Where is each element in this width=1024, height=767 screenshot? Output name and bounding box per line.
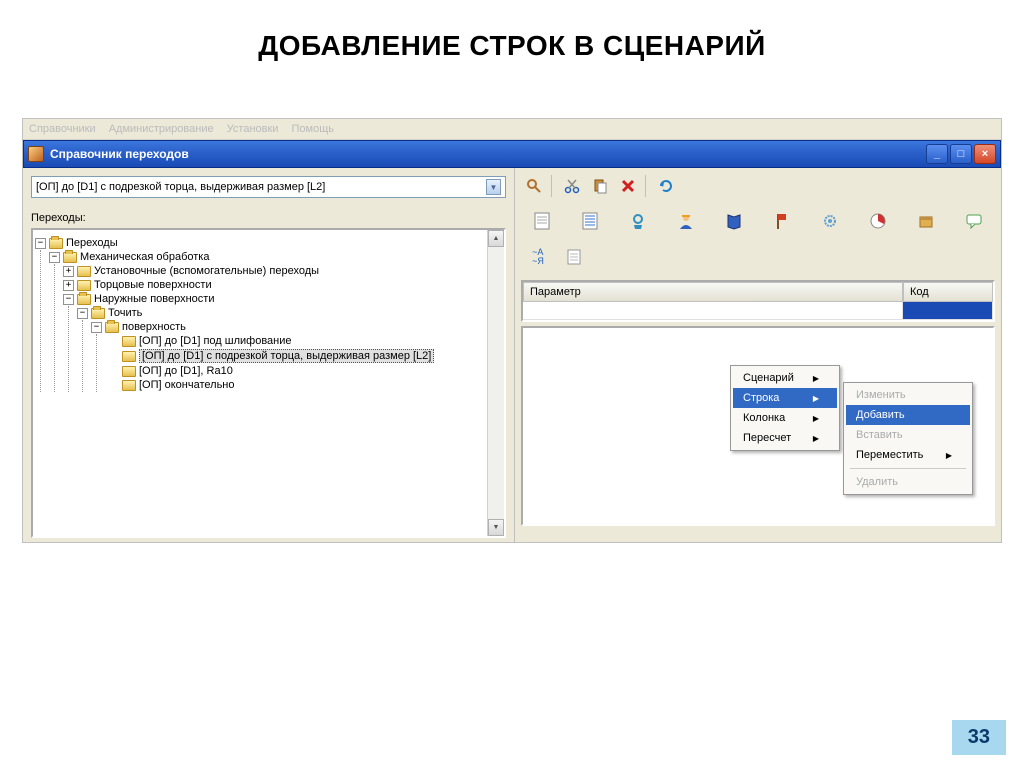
close-button[interactable]: × bbox=[974, 144, 996, 164]
menubar: Справочники Администрирование Установки … bbox=[23, 119, 1001, 140]
folder-icon bbox=[105, 322, 119, 333]
expander-icon[interactable]: − bbox=[35, 238, 46, 249]
expander-icon[interactable]: − bbox=[49, 252, 60, 263]
tab-gear-icon[interactable] bbox=[621, 204, 655, 238]
minimize-button[interactable]: _ bbox=[926, 144, 948, 164]
submenu-move[interactable]: Переместить▶ bbox=[846, 445, 970, 465]
folder-icon bbox=[49, 238, 63, 249]
tab-doc-icon[interactable] bbox=[525, 204, 559, 238]
search-icon[interactable] bbox=[521, 174, 547, 198]
tab-package-icon[interactable] bbox=[909, 204, 943, 238]
menu-column[interactable]: Колонка▶ bbox=[733, 408, 837, 428]
scrollbar[interactable]: ▲ ▼ bbox=[487, 230, 504, 536]
tab-comment-icon[interactable] bbox=[957, 204, 991, 238]
tree[interactable]: −Переходы −Механическая обработка +Устан… bbox=[33, 230, 487, 536]
context-menu-primary: Сценарий▶ Строка▶ Колонка▶ Пересчет▶ bbox=[730, 365, 840, 451]
folder-icon bbox=[77, 266, 91, 277]
tree-leaf[interactable]: [ОП] до [D1], Ra10 bbox=[139, 365, 233, 377]
tree-leaf[interactable]: [ОП] до [D1] под шлифование bbox=[139, 335, 292, 347]
scroll-up-icon[interactable]: ▲ bbox=[488, 230, 504, 247]
chevron-down-icon[interactable]: ▼ bbox=[486, 179, 501, 195]
tab-worker-icon[interactable] bbox=[669, 204, 703, 238]
menu-separator bbox=[850, 468, 966, 469]
menu-item[interactable]: Установки bbox=[227, 123, 279, 135]
tree-node[interactable]: Наружные поверхности bbox=[94, 293, 214, 305]
refresh-icon[interactable] bbox=[653, 174, 679, 198]
selected-cell[interactable] bbox=[903, 302, 993, 320]
toolbar-top bbox=[521, 174, 995, 198]
expander-icon[interactable]: + bbox=[63, 280, 74, 291]
folder-icon bbox=[122, 380, 136, 391]
chevron-right-icon: ▶ bbox=[946, 451, 952, 460]
maximize-button[interactable]: □ bbox=[950, 144, 972, 164]
folder-icon bbox=[77, 280, 91, 291]
menu-item[interactable]: Справочники bbox=[29, 123, 96, 135]
expander-icon[interactable]: − bbox=[77, 308, 88, 319]
window-title: Справочник переходов bbox=[50, 147, 926, 161]
slide-title: ДОБАВЛЕНИЕ СТРОК В СЦЕНАРИЙ bbox=[0, 0, 1024, 82]
submenu-add[interactable]: Добавить bbox=[846, 405, 970, 425]
tree-container: −Переходы −Механическая обработка +Устан… bbox=[31, 228, 506, 538]
column-header-param[interactable]: Параметр bbox=[523, 282, 903, 302]
toolbar-sort: ~А ~Я bbox=[521, 240, 995, 274]
chevron-right-icon: ▶ bbox=[813, 434, 819, 443]
table-row[interactable] bbox=[523, 302, 993, 320]
app-icon bbox=[28, 146, 44, 162]
menu-recalc[interactable]: Пересчет▶ bbox=[733, 428, 837, 448]
tab-pie-icon[interactable] bbox=[861, 204, 895, 238]
tree-node[interactable]: Установочные (вспомогательные) переходы bbox=[94, 265, 319, 277]
parameter-table: Параметр Код bbox=[521, 280, 995, 322]
context-menu-secondary: Изменить Добавить Вставить Переместить▶ … bbox=[843, 382, 973, 495]
expander-icon[interactable]: + bbox=[63, 266, 74, 277]
chevron-right-icon: ▶ bbox=[813, 374, 819, 383]
tab-flag-icon[interactable] bbox=[765, 204, 799, 238]
menu-scenario[interactable]: Сценарий▶ bbox=[733, 368, 837, 388]
tab-doc2-icon[interactable] bbox=[557, 240, 591, 274]
left-pane: [ОП] до [D1] с подрезкой торца, выдержив… bbox=[23, 168, 514, 542]
folder-icon bbox=[63, 252, 77, 263]
chevron-right-icon: ▶ bbox=[813, 414, 819, 423]
folder-icon bbox=[122, 336, 136, 347]
tree-node[interactable]: Переходы bbox=[66, 237, 118, 249]
tree-node[interactable]: Механическая обработка bbox=[80, 251, 209, 263]
toolbar-tabs bbox=[521, 202, 995, 240]
expander-icon[interactable]: − bbox=[63, 294, 74, 305]
folder-icon bbox=[122, 366, 136, 377]
tree-node[interactable]: Торцовые поверхности bbox=[94, 279, 212, 291]
chevron-right-icon: ▶ bbox=[813, 394, 819, 403]
paste-icon[interactable] bbox=[587, 174, 613, 198]
menu-row[interactable]: Строка▶ bbox=[733, 388, 837, 408]
submenu-delete: Удалить bbox=[846, 472, 970, 492]
transitions-label: Переходы: bbox=[31, 212, 506, 224]
tab-list-icon[interactable] bbox=[573, 204, 607, 238]
sort-az-icon[interactable]: ~А ~Я bbox=[521, 240, 555, 274]
delete-icon[interactable] bbox=[615, 174, 641, 198]
folder-icon bbox=[77, 294, 91, 305]
dropdown-value: [ОП] до [D1] с подрезкой торца, выдержив… bbox=[36, 181, 325, 193]
transition-dropdown[interactable]: [ОП] до [D1] с подрезкой торца, выдержив… bbox=[31, 176, 506, 198]
tree-leaf[interactable]: [ОП] окончательно bbox=[139, 379, 235, 391]
scroll-down-icon[interactable]: ▼ bbox=[488, 519, 504, 536]
submenu-insert: Вставить bbox=[846, 425, 970, 445]
tree-leaf-selected[interactable]: [ОП] до [D1] с подрезкой торца, выдержив… bbox=[139, 349, 434, 363]
folder-icon bbox=[91, 308, 105, 319]
menu-item[interactable]: Помощь bbox=[292, 123, 335, 135]
scroll-track[interactable] bbox=[488, 247, 504, 519]
menu-item[interactable]: Администрирование bbox=[109, 123, 214, 135]
tab-book-icon[interactable] bbox=[717, 204, 751, 238]
tab-cog-icon[interactable] bbox=[813, 204, 847, 238]
folder-icon bbox=[122, 351, 136, 362]
cut-icon[interactable] bbox=[559, 174, 585, 198]
expander-icon[interactable]: − bbox=[91, 322, 102, 333]
submenu-edit: Изменить bbox=[846, 385, 970, 405]
tree-node[interactable]: Точить bbox=[108, 307, 142, 319]
tree-node[interactable]: поверхность bbox=[122, 321, 186, 333]
column-header-code[interactable]: Код bbox=[903, 282, 993, 302]
titlebar: Справочник переходов _ □ × bbox=[23, 140, 1001, 168]
page-number: 33 bbox=[952, 720, 1006, 755]
